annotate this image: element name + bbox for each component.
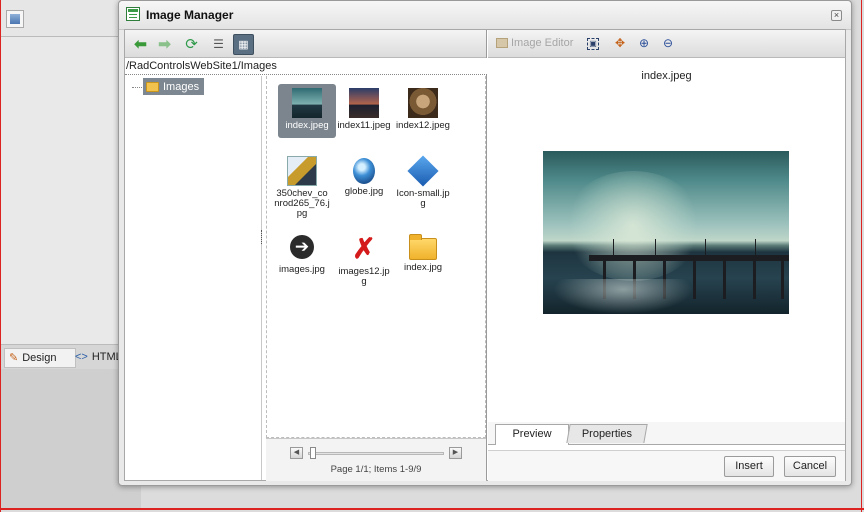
file-item[interactable]: globe.jpg <box>335 152 393 197</box>
pier-leg <box>693 261 696 299</box>
pier-leg <box>781 261 784 299</box>
pane-splitter[interactable] <box>261 230 265 244</box>
file-item[interactable]: index.jpeg <box>278 84 336 138</box>
image-editor-label: Image Editor <box>511 37 574 49</box>
cancel-button[interactable]: Cancel <box>784 456 836 477</box>
pencil-icon: ✎ <box>9 352 19 364</box>
tab-properties-label: Properties <box>581 428 632 440</box>
pager-status: Page 1/1; Items 1-9/9 <box>330 464 422 475</box>
sunset-thumbnail <box>349 88 379 118</box>
pier-leg <box>753 261 756 299</box>
arrow-right-circle-icon: ➔ <box>290 235 314 259</box>
file-item[interactable]: 350chev_conrod265_76.jpg <box>272 152 332 219</box>
folder-icon <box>409 234 437 260</box>
best-fit-icon[interactable]: ▣ <box>587 38 599 50</box>
pier-thumbnail <box>292 88 322 118</box>
file-name: index.jpeg <box>285 120 329 131</box>
tree-node-images[interactable]: Images <box>143 78 204 95</box>
slider-right-button[interactable]: ▶ <box>449 447 462 459</box>
preview-file-name: index.jpeg <box>641 70 692 82</box>
image-editor-icon <box>496 38 508 48</box>
refresh-icon[interactable]: ⟳ <box>182 34 201 53</box>
file-name: index.jpg <box>403 262 443 273</box>
pager: ◀ ▶ Page 1/1; Items 1-9/9 <box>266 438 486 481</box>
file-name: globe.jpg <box>344 186 384 197</box>
dialog-buttons: Insert Cancel <box>488 450 845 481</box>
file-item[interactable]: ➔ images.jpg <box>272 230 332 275</box>
tiger-thumbnail <box>408 88 438 118</box>
list-view-icon[interactable]: ☰ <box>209 34 228 53</box>
editor-border-bottom <box>0 508 864 510</box>
dialog-titlebar[interactable]: Image Manager × <box>119 1 851 30</box>
guitar-thumbnail <box>287 156 317 186</box>
path-breadcrumb: /RadControlsWebSite1/Images <box>125 58 487 75</box>
file-item[interactable]: index11.jpeg <box>335 84 393 131</box>
water-sparkle <box>553 279 693 314</box>
file-item[interactable]: index.jpg <box>394 230 452 273</box>
file-item[interactable]: Icon-small.jpg <box>394 152 452 209</box>
zoom-out-icon[interactable]: ⊖ <box>660 35 676 51</box>
lamp-post <box>755 239 756 255</box>
file-name: images12.jpg <box>338 266 390 287</box>
preview-panel: Image Editor ▣ ✥ ⊕ ⊖ index.jpeg Preview … <box>488 30 845 481</box>
slider-thumb[interactable] <box>310 447 316 459</box>
preview-tabs: Preview Properties <box>488 422 845 445</box>
folder-icon <box>146 81 159 92</box>
pier-deck <box>589 255 789 261</box>
image-editor-button[interactable]: Image Editor <box>496 37 573 49</box>
thumbnail-view-icon[interactable]: ▦ <box>233 34 254 55</box>
editor-border-right <box>861 0 862 512</box>
tree-node-label: Images <box>163 80 200 93</box>
tab-properties[interactable]: Properties <box>566 424 648 443</box>
file-name: index11.jpeg <box>337 120 391 131</box>
preview-toolbar: Image Editor ▣ ✥ ⊕ ⊖ <box>488 30 845 58</box>
file-name: images.jpg <box>279 264 325 275</box>
image-manager-dialog: Image Manager × ⬅ ➡ ⟳ ☰ ▦ /RadControlsWe… <box>118 0 852 486</box>
tab-design[interactable]: ✎ Design <box>4 348 76 368</box>
actual-size-icon[interactable]: ✥ <box>612 35 628 51</box>
close-button[interactable]: × <box>831 10 842 21</box>
lamp-post <box>613 239 614 255</box>
insert-button[interactable]: Insert <box>724 456 774 477</box>
slider-track[interactable] <box>308 452 444 455</box>
lamp-post <box>655 239 656 255</box>
back-arrow-icon[interactable]: ⬅ <box>131 34 150 53</box>
lamp-post <box>705 239 706 255</box>
image-manager-icon <box>126 7 140 21</box>
red-x-icon: ✗ <box>352 233 376 264</box>
browser-toolbar: ⬅ ➡ ⟳ ☰ ▦ <box>125 30 486 58</box>
tab-design-label: Design <box>22 352 57 364</box>
slider-left-button[interactable]: ◀ <box>290 447 303 459</box>
editor-border-left <box>0 0 1 512</box>
file-name: 350chev_conrod265_76.jpg <box>274 188 330 219</box>
code-brackets-icon: <> <box>75 351 88 363</box>
image-icon <box>10 14 20 24</box>
preview-image <box>543 151 789 314</box>
dialog-title: Image Manager <box>146 8 234 22</box>
file-item[interactable]: index12.jpeg <box>394 84 452 131</box>
globe-icon <box>353 158 375 184</box>
image-manager-toolbar-button[interactable] <box>6 10 24 28</box>
file-item[interactable]: ✗ images12.jpg <box>335 230 393 287</box>
diamond-arrow-icon <box>407 155 439 187</box>
file-list: index.jpeg index11.jpeg index12.jpeg 350… <box>266 76 486 438</box>
file-name: Icon-small.jpg <box>396 188 450 209</box>
folder-tree: Images <box>125 76 262 480</box>
file-name: index12.jpeg <box>396 120 450 131</box>
dialog-body: ⬅ ➡ ⟳ ☰ ▦ /RadControlsWebSite1/Images Im… <box>124 29 846 481</box>
page-slider[interactable]: ◀ ▶ <box>290 447 462 459</box>
file-browser: ⬅ ➡ ⟳ ☰ ▦ /RadControlsWebSite1/Images Im… <box>125 30 487 481</box>
pier-leg <box>723 261 726 299</box>
tab-preview[interactable]: Preview <box>495 424 569 445</box>
forward-arrow-icon[interactable]: ➡ <box>155 34 174 53</box>
zoom-in-icon[interactable]: ⊕ <box>636 35 652 51</box>
